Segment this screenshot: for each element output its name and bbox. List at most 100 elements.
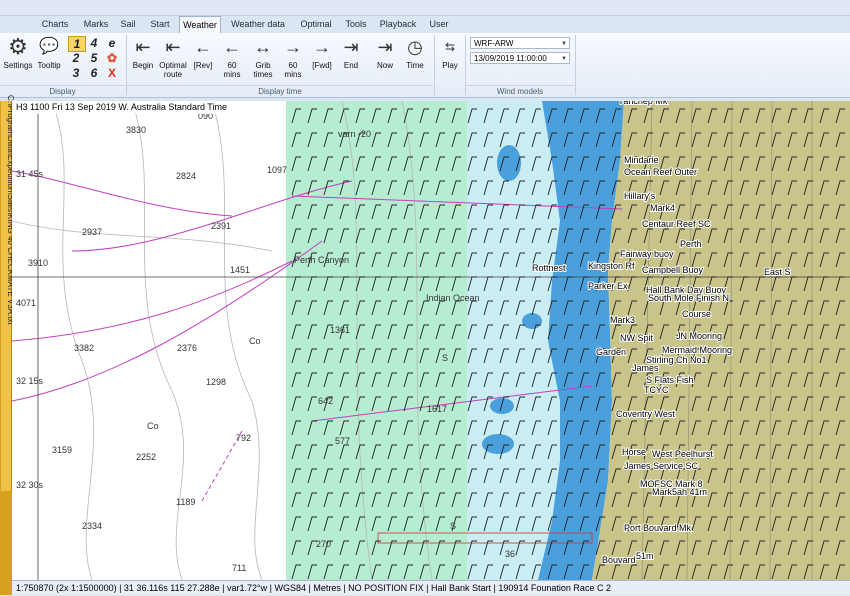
place-label[interactable]: Fairway buoy — [619, 248, 675, 260]
menu-bar: Charts Marks Sail Start Weather Weather … — [0, 16, 850, 33]
skip-start-icon: ⇤ — [135, 37, 151, 57]
fwd-label: [Fwd] — [312, 61, 332, 70]
place-label[interactable]: Mark3 — [609, 314, 636, 326]
layer-2-button[interactable]: 2 — [68, 51, 84, 65]
time-label: Time — [406, 61, 424, 70]
chart-canvas[interactable]: 3830090varn -202824109731 45s29372391391… — [12, 101, 850, 580]
depth-label: 577 — [335, 436, 350, 446]
place-label[interactable]: S Flats Fish — [645, 374, 695, 386]
menu-sail[interactable]: Sail — [117, 16, 139, 33]
place-label[interactable]: Kingston Rf — [587, 260, 636, 272]
place-label[interactable]: JN Mooring — [675, 330, 723, 342]
menu-user[interactable]: User — [426, 16, 452, 33]
place-label[interactable]: James Service SC — [623, 460, 700, 472]
now-button[interactable]: ⇥ Now — [372, 35, 398, 70]
depth-label: 31 45s — [16, 169, 44, 179]
place-label[interactable]: Mark5ah 41m — [651, 486, 708, 498]
time-button[interactable]: ◷ Time — [402, 35, 428, 70]
menu-tools[interactable]: Tools — [342, 16, 370, 33]
fwd-button[interactable]: → [Fwd] — [309, 35, 335, 70]
ribbon: ⚙ Settings 💬 Tooltip 1 4 e 2 5 ✿ 3 6 X D… — [0, 33, 850, 98]
place-label[interactable]: NW Spit — [619, 332, 655, 344]
chart-map[interactable]: 3830 090 varn -20 2824 1097 31 45s 2937 2391 391… — [12, 101, 850, 580]
wind-model-select[interactable]: WRF-ARW ▼ — [470, 37, 570, 49]
wind-time-select[interactable]: 13/09/2019 11:00:00 ▼ — [470, 52, 570, 64]
menu-optimal[interactable]: Optimal — [296, 16, 336, 33]
place-label[interactable]: Bouvard — [601, 554, 637, 566]
depth-label: 3159 — [52, 445, 72, 455]
layer-3-button[interactable]: 3 — [68, 66, 84, 80]
menu-marks[interactable]: Marks — [80, 16, 112, 33]
depth-label: 1361 — [330, 325, 350, 335]
layer-e-button[interactable]: e — [104, 36, 120, 50]
place-label[interactable]: Coventry West — [615, 408, 676, 420]
menu-charts[interactable]: Charts — [38, 16, 72, 33]
place-label[interactable]: Mindarie — [623, 154, 660, 166]
layer-5-button[interactable]: 5 — [86, 51, 102, 65]
place-label[interactable]: 51m — [635, 550, 655, 562]
menu-start[interactable]: Start — [147, 16, 173, 33]
depth-label: 1189 — [176, 497, 195, 507]
place-label[interactable]: East S — [763, 266, 792, 278]
end-button[interactable]: ⇥ End — [338, 35, 364, 70]
place-label[interactable]: Port Bouvard Mk — [623, 522, 693, 534]
layer-4-button[interactable]: 4 — [86, 36, 102, 50]
status-bar: 1:750870 (2x 1:1500000) | 31 36.116s 115… — [12, 580, 850, 595]
place-label[interactable]: Hillary's — [623, 190, 657, 202]
display-layers-grid: 1 4 e 2 5 ✿ 3 6 X — [68, 36, 120, 80]
depth-label: 711 — [232, 563, 246, 573]
place-label[interactable]: Rottnest — [531, 262, 567, 274]
arrow-left-icon: ← — [194, 37, 212, 57]
grib-times-button[interactable]: ↔ Grib times — [249, 35, 277, 79]
layer-1-button[interactable]: 1 — [68, 36, 86, 52]
depth-label: 1298 — [206, 377, 226, 387]
menu-playback[interactable]: Playback — [378, 16, 418, 33]
optimal-route-button[interactable]: ⇤ Optimal route — [158, 35, 188, 79]
skip-end-icon: ⇥ — [377, 37, 393, 57]
speech-bubble-icon: 💬 — [39, 38, 59, 55]
place-label[interactable]: Course — [681, 308, 712, 320]
settings-label: Settings — [3, 61, 33, 70]
wind-model-value: WRF-ARW — [474, 39, 514, 48]
place-label[interactable]: Centaur Reef SC — [641, 218, 712, 230]
end-label: End — [343, 61, 359, 70]
place-label[interactable]: Horse — [621, 446, 647, 458]
depth-label: 4071 — [16, 298, 36, 308]
menu-weather[interactable]: Weather — [179, 16, 221, 33]
place-label[interactable]: South Mole Finish N — [647, 292, 730, 304]
place-label[interactable]: Perth — [679, 238, 703, 250]
depth-label: Co — [147, 421, 159, 431]
depth-label: 1617 — [427, 404, 447, 414]
arrow-left-icon: ← — [223, 37, 241, 57]
play-button[interactable]: ⇆ Play — [437, 35, 463, 70]
menu-weather-data[interactable]: Weather data — [228, 16, 288, 33]
depth-label: varn -20 — [338, 129, 371, 139]
tooltip-button[interactable]: 💬 Tooltip — [35, 35, 63, 70]
skip-start-icon: ⇤ — [165, 37, 181, 57]
chevron-down-icon: ▼ — [561, 41, 567, 47]
place-label[interactable]: TCYC — [643, 384, 670, 396]
place-label[interactable]: Campbell Buoy — [641, 264, 705, 276]
forward-60-button[interactable]: → 60 mins — [280, 35, 306, 79]
chevron-down-icon: ▼ — [561, 56, 567, 62]
place-label[interactable]: West Peelhurst — [651, 448, 714, 460]
settings-button[interactable]: ⚙ Settings — [3, 35, 33, 71]
map-time-header: H3 1100 Fri 13 Sep 2019 W. Australia Sta… — [12, 101, 231, 114]
rev-button[interactable]: ← [Rev] — [190, 35, 216, 70]
place-label[interactable]: Parker Ex — [587, 280, 629, 292]
place-label[interactable]: James — [631, 362, 660, 374]
back-60-button[interactable]: ← 60 mins — [219, 35, 245, 79]
place-label[interactable]: Yanchep Mk — [617, 101, 669, 107]
place-label[interactable]: Mark4 — [649, 202, 676, 214]
place-label[interactable]: Mermaid Mooring — [661, 344, 733, 356]
arrow-right-icon: → — [284, 37, 302, 57]
place-label[interactable]: Garden — [595, 346, 627, 358]
layer-6-button[interactable]: 6 — [86, 66, 102, 80]
depth-label: 3382 — [74, 343, 94, 353]
depth-label: 792 — [236, 433, 251, 443]
clear-x-icon[interactable]: X — [104, 66, 120, 80]
color-wheel-icon[interactable]: ✿ — [104, 51, 120, 65]
depth-label: 1451 — [230, 265, 250, 275]
place-label[interactable]: Ocean Reef Outer — [623, 166, 698, 178]
begin-button[interactable]: ⇤ Begin — [130, 35, 156, 70]
